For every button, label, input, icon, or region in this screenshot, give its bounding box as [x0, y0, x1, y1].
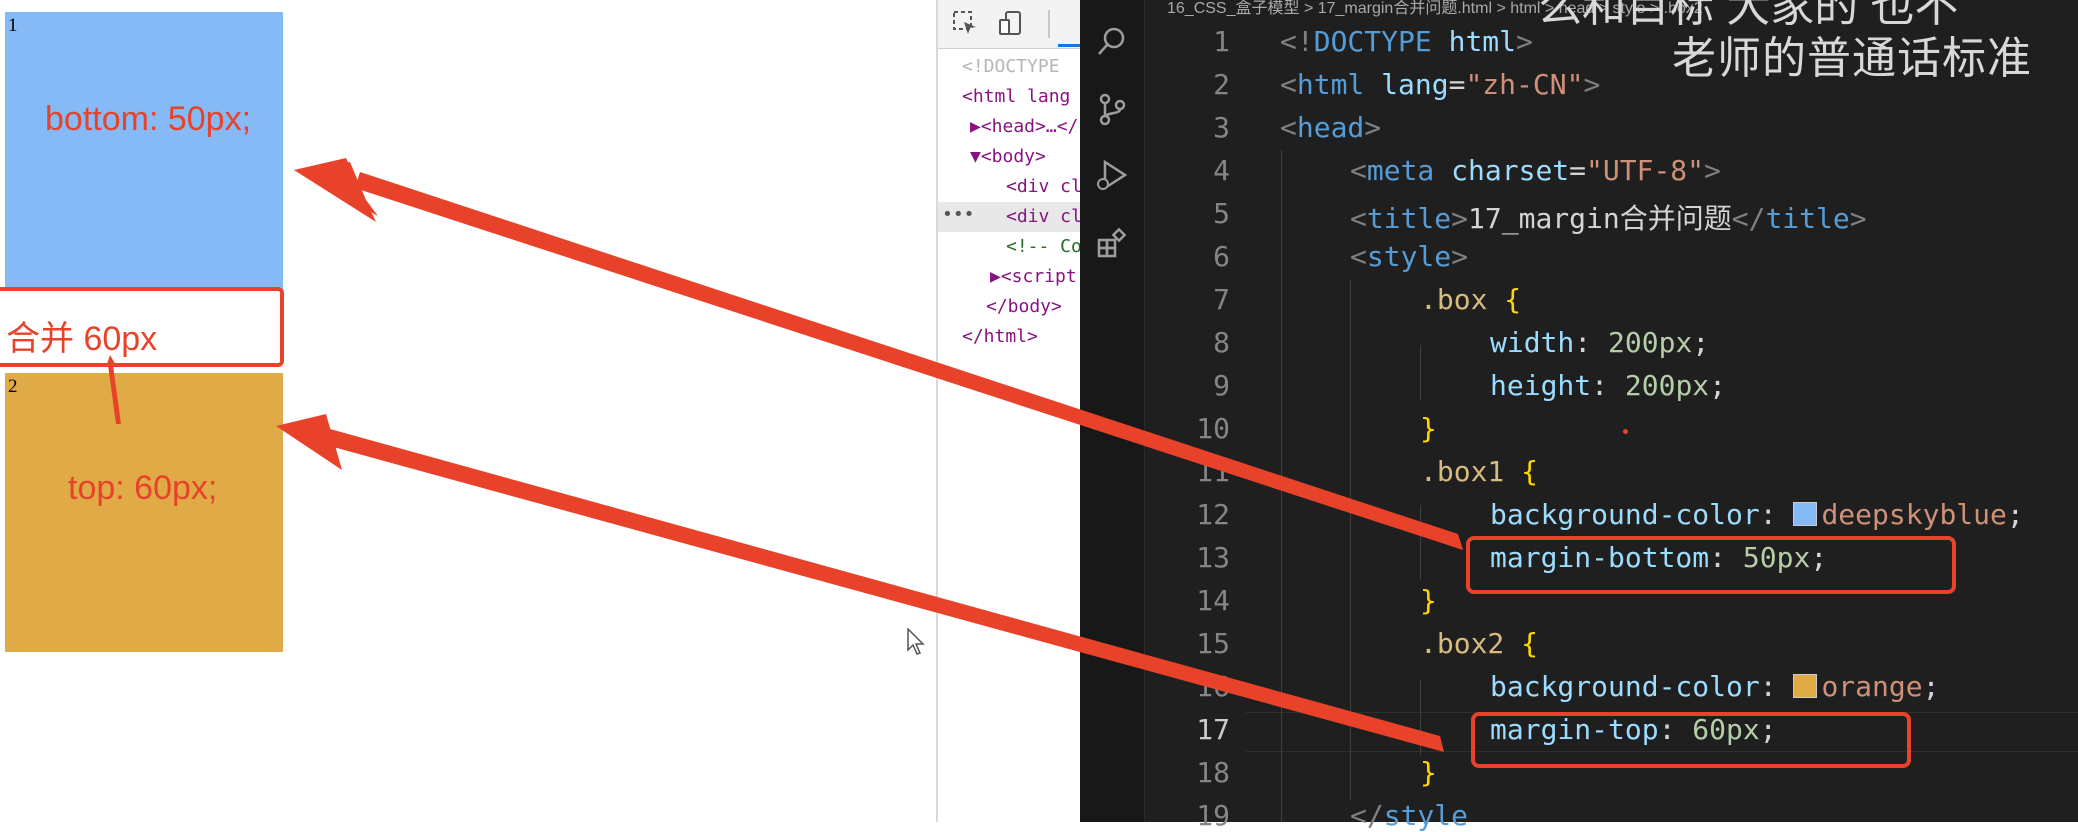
dom-node-html-close: </html>: [962, 326, 1038, 347]
device-toolbar-icon[interactable]: [998, 10, 1024, 36]
merge-annotation-label: 合并 60px: [6, 320, 158, 358]
code-line-5[interactable]: <title>17_margin合并问题</title>: [1350, 197, 1867, 237]
devtools-elements-panel: ••• <!DOCTYPE <html lang ▶<head>…</ ▼<bo…: [936, 0, 1080, 822]
browser-viewport: 1 bottom: 50px; 合并 60px 2 top: 60px;: [0, 0, 936, 822]
code-line-18[interactable]: }: [1420, 756, 1437, 789]
more-options-icon[interactable]: •••: [942, 204, 975, 225]
box2-number: 2: [8, 376, 18, 397]
code-line-11[interactable]: .box1 {: [1420, 455, 1538, 488]
code-line-16[interactable]: background-color: orange;: [1490, 670, 1939, 703]
code-line-19[interactable]: </style: [1350, 799, 1468, 832]
dom-node-head[interactable]: ▶<head>…</: [970, 116, 1078, 137]
inspect-element-icon[interactable]: [952, 10, 978, 36]
box1: 1 bottom: 50px;: [5, 12, 283, 291]
code-line-9[interactable]: height: 200px;: [1490, 369, 1726, 402]
dom-node-body-close: </body>: [986, 296, 1062, 317]
elements-tab-indicator[interactable]: [1058, 44, 1080, 47]
code-line-6[interactable]: <style>: [1350, 240, 1468, 273]
dom-node-doctype[interactable]: <!DOCTYPE: [962, 56, 1060, 77]
toolbar-separator: [1048, 10, 1050, 38]
code-line-14[interactable]: }: [1420, 584, 1437, 617]
dom-node-html[interactable]: <html lang: [962, 86, 1070, 107]
code-line-2[interactable]: <html lang="zh-CN">: [1280, 68, 1600, 101]
dom-node-div-box1[interactable]: <div cl: [1006, 176, 1080, 197]
vscode-window: 16_CSS_盒子模型 > 17_margin合并问题.html > html …: [1080, 0, 2078, 832]
box2: 2 top: 60px;: [5, 373, 283, 652]
color-swatch-blue[interactable]: [1793, 502, 1818, 526]
code-line-8[interactable]: width: 200px;: [1490, 326, 1709, 359]
color-swatch-orange[interactable]: [1793, 674, 1818, 698]
dom-node-comment[interactable]: <!-- Co: [1006, 236, 1080, 257]
dom-node-div-box2[interactable]: <div cl: [1006, 206, 1080, 227]
mouse-cursor-icon: [907, 627, 927, 661]
code-editor[interactable]: <!DOCTYPE html> <html lang="zh-CN"> <hea…: [1080, 20, 2078, 832]
code-line-10[interactable]: }: [1420, 412, 1437, 445]
devtools-toolbar: [938, 0, 1080, 49]
annotation-dot: [1623, 429, 1628, 434]
highlight-margin-bottom: [1466, 536, 1956, 594]
box1-margin-label: bottom: 50px;: [45, 100, 252, 138]
code-line-4[interactable]: <meta charset="UTF-8">: [1350, 154, 1721, 187]
dom-node-script[interactable]: ▶<script: [990, 266, 1077, 287]
code-line-3[interactable]: <head>: [1280, 111, 1381, 144]
highlight-margin-top: [1471, 712, 1911, 768]
code-line-1[interactable]: <!DOCTYPE html>: [1280, 25, 1533, 58]
code-line-7[interactable]: .box {: [1420, 283, 1521, 316]
box2-margin-label: top: 60px;: [68, 469, 218, 507]
code-line-15[interactable]: .box2 {: [1420, 627, 1538, 660]
merge-annotation-box: 合并 60px: [0, 287, 284, 367]
code-line-12[interactable]: background-color: deepskyblue;: [1490, 498, 2024, 531]
box1-number: 1: [8, 15, 18, 36]
dom-node-body[interactable]: ▼<body>: [970, 146, 1046, 167]
